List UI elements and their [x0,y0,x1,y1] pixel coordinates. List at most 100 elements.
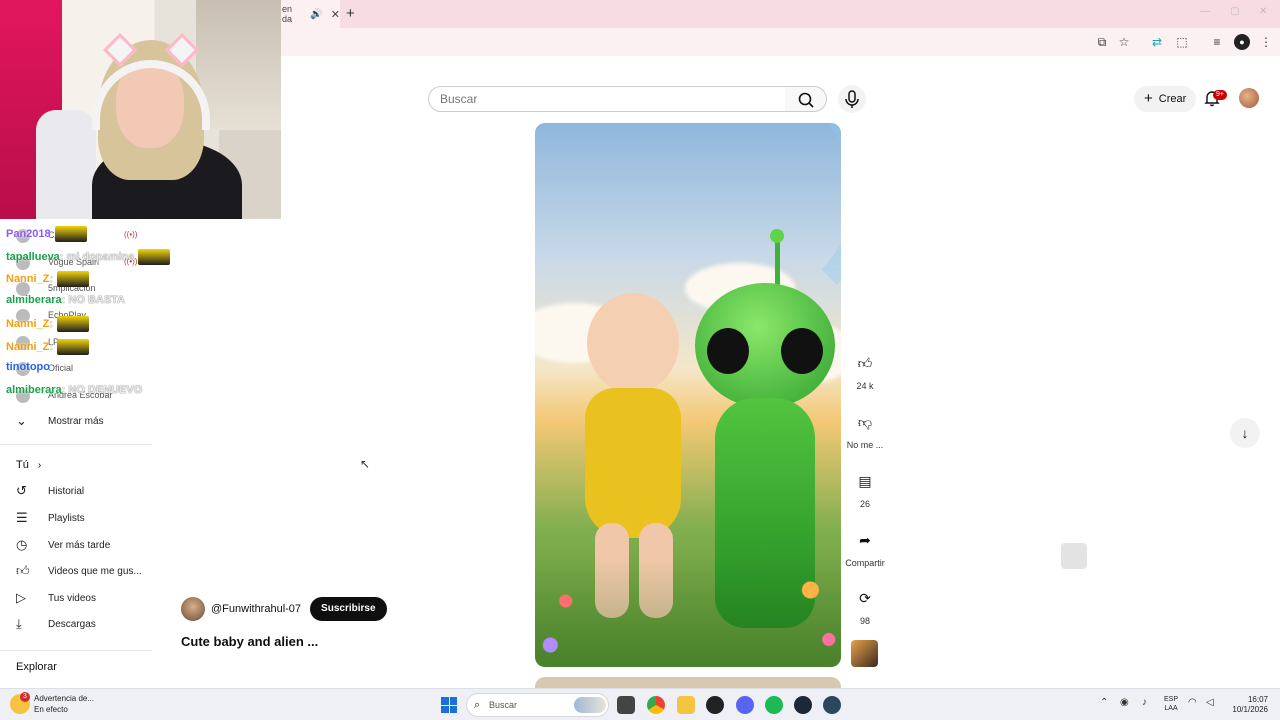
chat-message: Pan2018 [6,226,87,242]
arrow-down-icon: ↓ [1241,425,1249,441]
windows-start-icon[interactable] [441,697,457,713]
chat-text: : NO BASTA [61,294,126,306]
you-section-title[interactable]: Tú › [16,459,41,471]
play-icon: ▷ [16,590,26,605]
steam-icon[interactable] [794,696,812,714]
sidebar-item-label: Descargas [48,618,96,630]
chat-username: Nanni_Z [6,340,50,353]
file-explorer-icon[interactable] [677,696,695,714]
menu-icon[interactable]: ⋮ [1258,34,1274,50]
translate-icon[interactable]: ⇄ [1149,34,1165,50]
weather-badge: 3 [20,692,30,702]
chat-emote-icon [54,226,87,242]
maximize-icon[interactable]: ▢ [1230,6,1239,17]
discord-icon[interactable] [736,696,754,714]
close-icon[interactable]: ✕ [331,8,340,21]
like-button[interactable]: 👍︎ 24 k [843,349,887,392]
clock[interactable]: 16:07 10/1/2026 [1224,695,1268,715]
create-button[interactable]: + Crear [1134,86,1197,112]
account-avatar[interactable] [1239,88,1259,108]
search-icon: ⌕ [474,699,481,711]
minimize-icon[interactable]: — [1200,6,1210,17]
chat-username: tinotopo [6,361,50,373]
download-icon: ⤓ [16,616,22,631]
subscribe-button[interactable]: Suscribirse [310,597,387,621]
extensions-icon[interactable]: ⬚ [1174,34,1190,50]
spotify-icon[interactable] [765,696,783,714]
live-icon: ((•)) [124,230,138,239]
create-label: Crear [1158,93,1187,105]
next-short-button[interactable]: ↓ [1230,418,1260,448]
share-button[interactable]: ➦ Compartir [843,526,887,569]
chat-emote-icon [57,339,90,355]
webcam-overlay [0,0,281,219]
mouse-cursor-icon: ↖ [360,457,371,471]
thumb-down-icon: 👎︎ [857,413,873,430]
audio-thumbnail[interactable] [851,640,878,667]
install-icon[interactable]: ⧉ [1094,34,1110,50]
divider [0,444,152,445]
wifi-icon[interactable]: ◠ [1188,697,1197,708]
show-more-button[interactable]: ⌄ Mostrar más [0,408,155,434]
history-icon: ↺ [16,483,27,498]
weather-line-2: En efecto [34,705,68,714]
chat-message: tapallueva: mi dopamina [6,249,171,265]
placeholder-icon [1061,543,1087,569]
channel-avatar[interactable] [181,597,205,621]
chat-username: tapallueva [6,250,60,263]
profile-icon[interactable]: ● [1234,34,1250,50]
tray-chevron-up-icon[interactable]: ⌃ [1100,697,1108,708]
language-indicator[interactable]: ESP LAA [1164,695,1178,713]
sidebar-item-videos-que-me-gus[interactable]: 👍︎ Videos que me gus... [0,558,155,584]
thumb-up-icon: 👍︎ [857,354,873,371]
sidebar-item-label: Tus videos [48,592,96,604]
taskbar-search-input[interactable]: ⌕ Buscar [466,693,609,717]
notifications-badge: 9+ [1213,90,1227,100]
sidebar-item-tus-videos[interactable]: ▷ Tus videos [0,585,155,611]
chat-username: Nanni_Z [6,272,50,285]
browser-tab[interactable]: en da 🔊 ✕ [278,0,340,28]
comments-button[interactable]: ▤ 26 [843,467,887,510]
chat-emote-icon [57,271,90,287]
obs-icon[interactable] [706,696,724,714]
search-input[interactable]: Buscar [428,86,786,112]
media-icon[interactable]: ≡ [1209,34,1225,50]
speaker-icon[interactable]: 🔊 [310,9,322,20]
playlist-icon: ☰ [16,510,28,525]
bookmark-star-icon[interactable]: ☆ [1116,34,1132,50]
chat-message: Nanni_Z: [6,271,90,287]
short-video-player[interactable] [535,123,841,667]
new-tab-button[interactable]: + [346,5,355,22]
short-title[interactable]: Cute baby and alien ... [181,634,318,649]
sidebar-item-descargas[interactable]: ⤓ Descargas [0,611,155,637]
tab-title: en da [282,4,293,24]
voice-search-button[interactable] [838,85,866,113]
channel-handle[interactable]: @Funwithrahul-07 [211,603,301,615]
chat-emote-icon [57,316,90,332]
task-view-icon[interactable] [617,696,635,714]
chrome-icon[interactable] [647,696,665,714]
thumb-up-icon: 👍︎ [16,563,30,578]
remix-button[interactable]: ⟳ 98 [843,584,887,627]
sidebar-item-historial[interactable]: ↺ Historial [0,478,155,504]
volume-icon[interactable]: ◁ [1206,697,1214,708]
sidebar-item-label: Playlists [48,512,85,524]
sidebar-item-ver-m-s-tarde[interactable]: ◷ Ver más tarde [0,532,155,558]
sidebar-item-playlists[interactable]: ☰ Playlists [0,505,155,531]
search-highlight-image [574,697,606,713]
search-button[interactable] [785,86,827,112]
dislike-button[interactable]: 👎︎ No me ... [843,408,887,451]
window-close-icon[interactable]: ✕ [1259,6,1267,17]
share-icon: ➦ [859,531,871,548]
subscription-name: Oficial [48,363,74,373]
next-short-preview[interactable] [535,677,841,688]
network-tray-icon[interactable]: ◉ [1120,697,1129,708]
chat-message: tinotopo [6,361,50,373]
sidebar-item-label: Ver más tarde [48,539,111,551]
chat-username: Pan2018 [6,227,51,240]
explore-section-title: Explorar [16,661,57,673]
mic-tray-icon[interactable]: ♪ [1142,697,1147,708]
chat-text: : [49,340,54,353]
chevron-right-icon: › [37,460,42,471]
steam-secondary-icon[interactable] [823,696,841,714]
